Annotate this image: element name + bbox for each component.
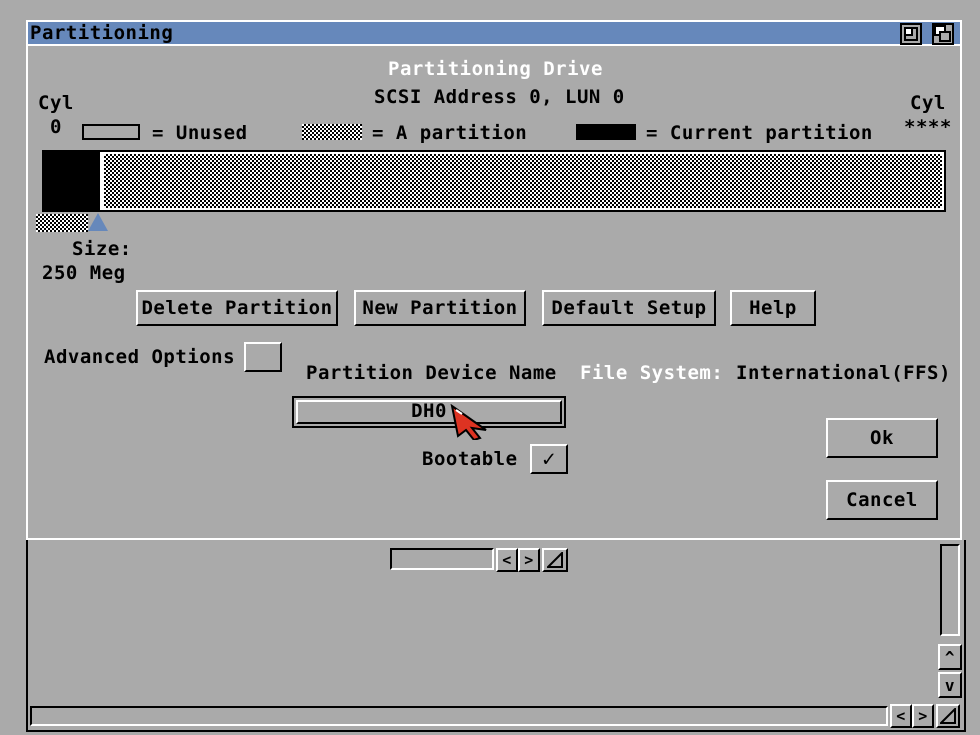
legend-current-swatch — [576, 124, 636, 140]
scsi-address: SCSI Address 0, LUN 0 — [374, 86, 625, 108]
file-system-label: File System: — [580, 362, 724, 384]
size-label: Size: — [72, 238, 132, 260]
depth-gadget-icon[interactable] — [932, 23, 954, 45]
ok-button[interactable]: Ok — [826, 418, 938, 458]
mouse-pointer-icon — [450, 404, 487, 440]
delete-partition-button[interactable]: Delete Partition — [136, 290, 338, 326]
zoom-gadget-icon[interactable] — [900, 23, 922, 45]
background-scroll-right-arrow[interactable]: > — [912, 704, 934, 728]
background-vertical-scrollbar[interactable] — [940, 544, 960, 636]
cyl-left-label: Cyl — [38, 92, 74, 114]
legend-partition-swatch — [302, 124, 362, 140]
window-title: Partitioning — [30, 22, 174, 44]
drive-title: Partitioning Drive — [388, 58, 603, 80]
device-name-input[interactable]: DH0 — [292, 396, 566, 428]
partition-list-scroll-right-arrow[interactable]: > — [518, 548, 540, 572]
legend-unused-label: = Unused — [152, 122, 248, 144]
bootable-label: Bootable — [422, 448, 518, 470]
cancel-button[interactable]: Cancel — [826, 480, 938, 520]
depth-glyph — [934, 25, 951, 42]
cyl-right-value: **** — [904, 116, 952, 138]
partition-list-size-gadget[interactable] — [542, 548, 568, 572]
background-horizontal-scrollbar[interactable] — [30, 706, 888, 726]
advanced-options-label: Advanced Options — [44, 346, 236, 368]
checkmark-icon: ✓ — [542, 446, 556, 472]
background-size-gadget-icon[interactable] — [936, 704, 960, 728]
legend-partition-label: = A partition — [372, 122, 528, 144]
current-partition-segment[interactable] — [44, 152, 100, 210]
partition-list-scroll-left-arrow[interactable]: < — [496, 548, 518, 572]
new-partition-button[interactable]: New Partition — [354, 290, 526, 326]
advanced-options-checkbox[interactable] — [244, 342, 282, 372]
partition-bar[interactable] — [42, 150, 946, 212]
size-value: 250 Meg — [42, 262, 126, 284]
background-scroll-down-arrow[interactable]: v — [938, 672, 962, 698]
cyl-right-label: Cyl — [910, 92, 946, 114]
file-system-value[interactable]: International(FFS) — [736, 362, 951, 384]
device-name-value: DH0 — [411, 400, 447, 422]
cyl-left-value: 0 — [50, 116, 62, 138]
background-scroll-left-arrow[interactable]: < — [890, 704, 912, 728]
zoom-glyph — [904, 27, 918, 41]
partition-segment[interactable] — [104, 154, 942, 208]
help-button[interactable]: Help — [730, 290, 816, 326]
size-gadget-icon — [547, 552, 563, 568]
device-name-label: Partition Device Name — [306, 362, 557, 384]
default-setup-button[interactable]: Default Setup — [542, 290, 716, 326]
size-gadget-icon — [940, 708, 956, 724]
bootable-checkbox[interactable]: ✓ — [530, 444, 568, 474]
partition-list-scrollbar[interactable] — [390, 548, 494, 570]
partition-start-drag-handle[interactable] — [36, 214, 88, 232]
partition-end-drag-handle[interactable] — [88, 213, 108, 231]
legend-unused-swatch — [82, 124, 140, 140]
legend-current-label: = Current partition — [646, 122, 873, 144]
background-scroll-up-arrow[interactable]: ^ — [938, 644, 962, 670]
